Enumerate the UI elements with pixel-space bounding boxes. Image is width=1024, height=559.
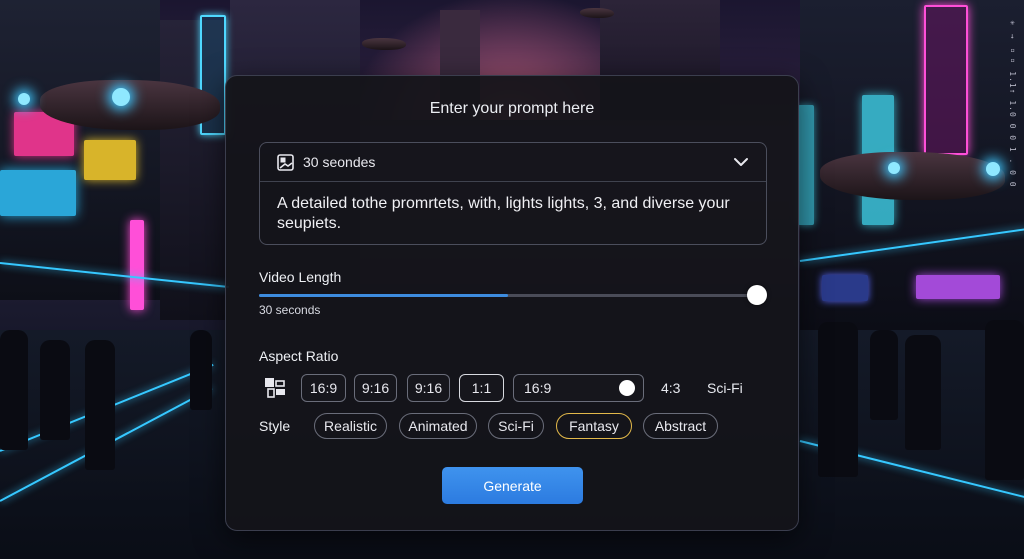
video-length-value: 30 seconds bbox=[259, 303, 321, 317]
aspect-option-9-16-alt[interactable]: 9:16 bbox=[407, 374, 450, 402]
pedestrian bbox=[818, 322, 858, 477]
style-option-realistic[interactable]: Realistic bbox=[314, 413, 387, 439]
aspect-option-4-3[interactable]: 4:3 bbox=[661, 380, 680, 396]
neon-sign bbox=[916, 275, 1000, 299]
prompt-textarea[interactable]: A detailed tothe promrtets, with, lights… bbox=[277, 194, 757, 234]
style-option-abstract[interactable]: Abstract bbox=[643, 413, 718, 439]
prompt-box[interactable]: 30 seondes A detailed tothe promrtets, w… bbox=[259, 142, 767, 245]
slider-thumb[interactable] bbox=[747, 285, 767, 305]
flying-car bbox=[580, 8, 614, 18]
aspect-option-label: 16:9 bbox=[524, 380, 552, 396]
style-option-sci-fi[interactable]: Sci-Fi bbox=[488, 413, 544, 439]
aspect-option-1-1[interactable]: 1:1 bbox=[459, 374, 504, 402]
pedestrian bbox=[870, 330, 898, 420]
pedestrian bbox=[985, 320, 1024, 480]
video-generator-panel: Enter your prompt here 30 seondes A deta… bbox=[225, 75, 799, 531]
pedestrian bbox=[190, 330, 212, 410]
slider-fill bbox=[259, 294, 508, 297]
flying-car bbox=[362, 38, 406, 50]
neon-sign bbox=[798, 105, 814, 225]
neon-sign bbox=[822, 275, 868, 301]
aspect-option-9-16[interactable]: 9:16 bbox=[354, 374, 397, 402]
pedestrian bbox=[0, 330, 28, 450]
prompt-title: Enter your prompt here bbox=[429, 100, 595, 117]
neon-sign bbox=[130, 220, 144, 310]
style-option-fantasy[interactable]: Fantasy bbox=[556, 413, 632, 439]
aspect-option-16-9-toggle[interactable]: 16:9 bbox=[513, 374, 644, 402]
generate-button[interactable]: Generate bbox=[442, 467, 583, 504]
duration-label: 30 seondes bbox=[303, 154, 376, 170]
vehicle-light bbox=[888, 162, 900, 174]
aspect-option-sci-fi[interactable]: Sci-Fi bbox=[707, 380, 743, 396]
toggle-knob[interactable] bbox=[619, 380, 635, 396]
pedestrian bbox=[85, 340, 115, 470]
video-length-slider[interactable] bbox=[259, 284, 767, 306]
pedestrian bbox=[905, 335, 941, 450]
aspect-option-16-9[interactable]: 16:9 bbox=[301, 374, 346, 402]
vehicle-light bbox=[986, 162, 1000, 176]
image-icon bbox=[277, 154, 294, 171]
duration-dropdown[interactable]: 30 seondes bbox=[260, 143, 766, 182]
video-length-label: Video Length bbox=[259, 269, 342, 285]
neon-sign bbox=[84, 140, 136, 180]
aspect-ratio-label: Aspect Ratio bbox=[259, 348, 339, 364]
style-option-animated[interactable]: Animated bbox=[399, 413, 477, 439]
flying-car bbox=[40, 80, 220, 130]
chevron-down-icon[interactable] bbox=[733, 155, 749, 169]
flying-car bbox=[820, 152, 1005, 200]
layout-icon bbox=[265, 378, 285, 398]
vehicle-light bbox=[18, 93, 30, 105]
vehicle-light bbox=[112, 88, 130, 106]
pedestrian bbox=[40, 340, 70, 440]
side-vertical-text: ✳ → ▫▫ 1.1↑ 1.0 0 0 1 . 0 0 bbox=[1008, 18, 1017, 188]
style-label: Style bbox=[259, 418, 291, 434]
neon-sign bbox=[924, 5, 968, 155]
neon-sign bbox=[0, 170, 76, 216]
